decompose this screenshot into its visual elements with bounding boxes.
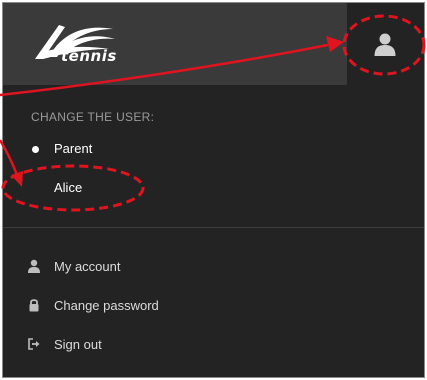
menu-divider [3, 227, 424, 228]
header-bar: tennis [3, 3, 424, 85]
menu-item-change-password[interactable]: Change password [3, 291, 424, 321]
user-option-label: Parent [54, 141, 93, 156]
logo-wordmark: tennis [61, 47, 117, 65]
menu-item-label: Sign out [54, 337, 102, 352]
sign-out-icon [28, 338, 40, 350]
user-icon [374, 33, 396, 56]
user-menu-panel: tennis CHANGE THE USER: Parent Alice My … [2, 2, 425, 378]
user-option-parent[interactable]: Parent [3, 135, 424, 163]
logo-panel: tennis [3, 3, 347, 85]
user-icon [28, 259, 40, 273]
selected-bullet-icon [32, 146, 39, 153]
user-option-label: Alice [54, 180, 83, 195]
menu-item-my-account[interactable]: My account [3, 252, 424, 282]
user-option-alice[interactable]: Alice [3, 174, 424, 202]
user-menu-button[interactable] [347, 3, 424, 85]
menu-item-label: My account [54, 259, 121, 274]
menu-item-sign-out[interactable]: Sign out [3, 330, 424, 360]
lock-icon [29, 299, 39, 312]
menu-item-label: Change password [54, 298, 159, 313]
change-user-heading: CHANGE THE USER: [31, 110, 155, 124]
